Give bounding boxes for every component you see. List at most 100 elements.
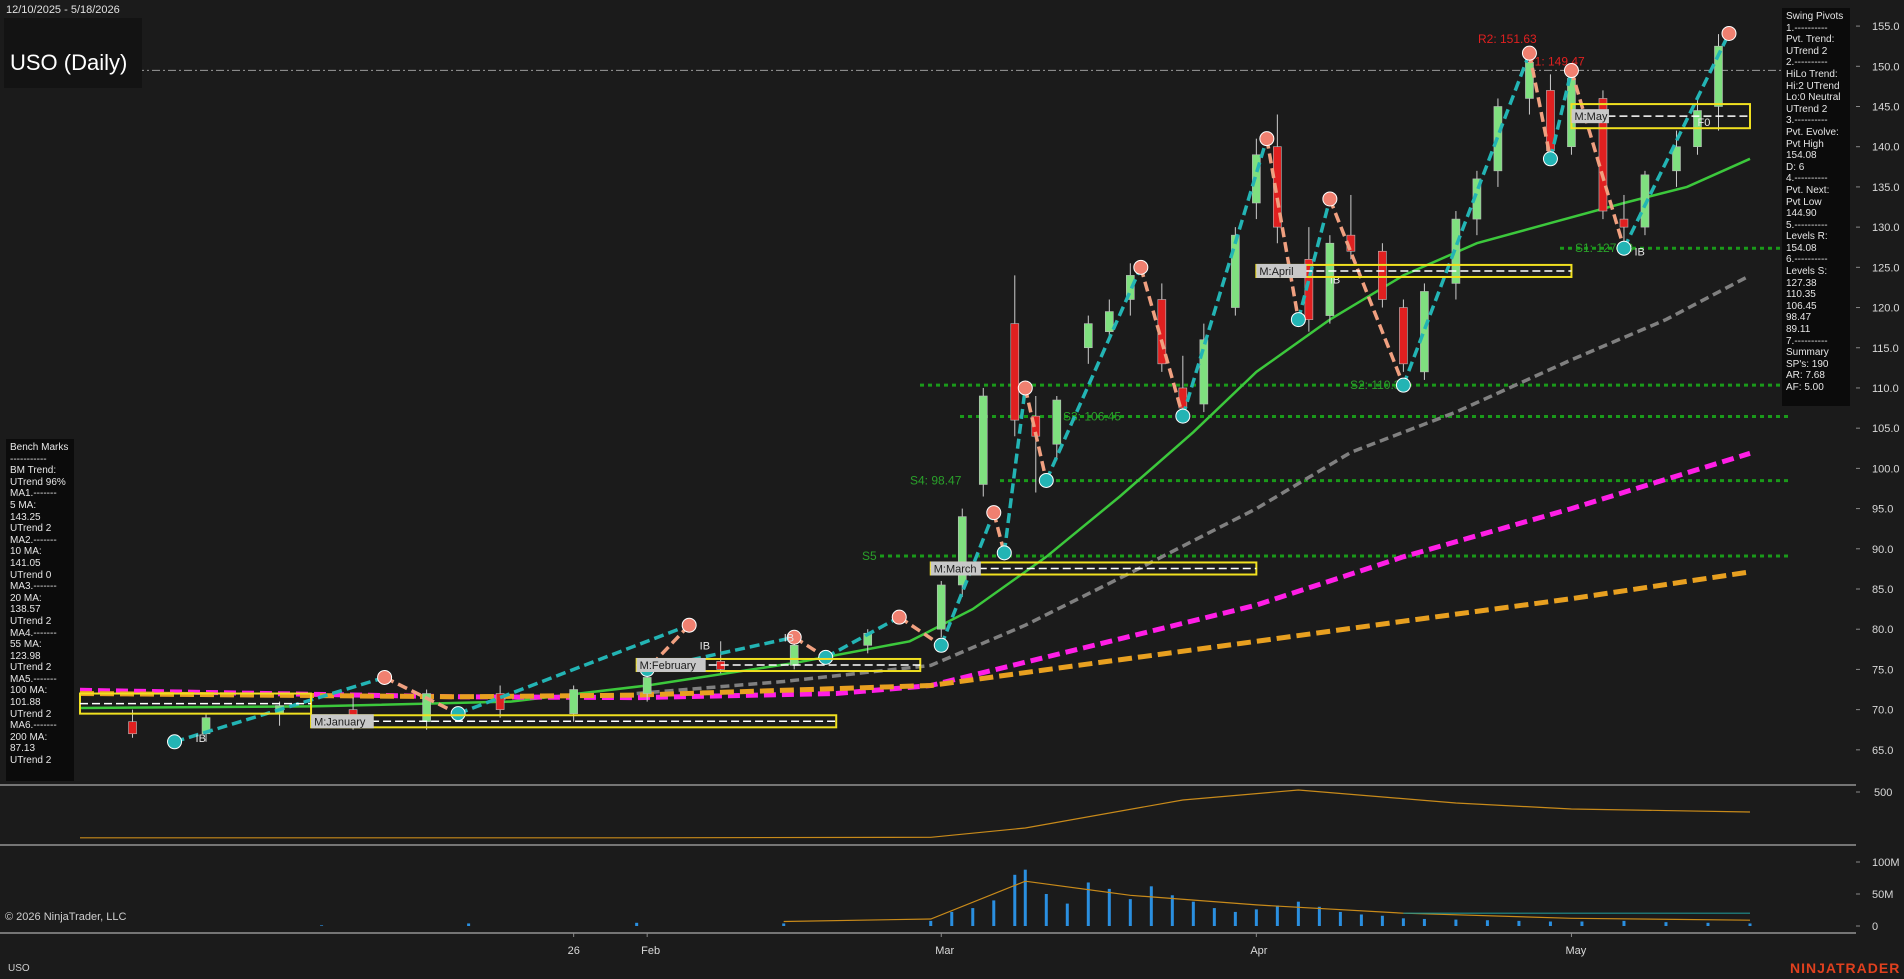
pivot-high-marker — [1563, 63, 1579, 79]
chart-title: USO (Daily) — [10, 50, 128, 75]
bench_marks-line: 20 MA: — [10, 592, 42, 604]
y-tick-label: 110.0 — [1872, 383, 1899, 395]
swing_pivots-line: 98.47 — [1786, 312, 1812, 324]
y-tick-label: 85.0 — [1872, 584, 1893, 596]
candle-body — [1399, 307, 1408, 365]
bench_marks-line: MA2.------- — [10, 534, 57, 546]
volume-bar — [1254, 909, 1258, 926]
swing_pivots-line: Pvt Low — [1786, 196, 1822, 208]
volume-tick-label: 50M — [1872, 889, 1893, 901]
volume-bar — [320, 925, 324, 926]
volume-bar — [1317, 906, 1321, 926]
swing-segment — [1328, 198, 1406, 386]
volume-bar — [1107, 888, 1111, 926]
resistance-level-label: R2: 151.63 — [1478, 32, 1537, 46]
bench_marks-line: UTrend 2 — [10, 523, 52, 535]
volume-bar — [1706, 922, 1710, 926]
y-tick-label: 75.0 — [1872, 664, 1893, 676]
support-level-label: S4: 98.47 — [910, 474, 962, 488]
volume-average-line — [783, 880, 1751, 923]
x-tick-label: May — [1565, 945, 1586, 957]
y-tick-label: 80.0 — [1872, 624, 1893, 636]
bench_marks-line: MA1.------- — [10, 488, 57, 500]
annotation-label: IB — [700, 640, 710, 652]
volume-bar — [1485, 920, 1489, 926]
volume-bar — [1013, 874, 1017, 926]
swing_pivots-line: Summary — [1786, 347, 1829, 359]
bench_marks-line: 10 MA: — [10, 546, 42, 558]
bench_marks-line: 55 MA: — [10, 639, 42, 651]
bench_marks-line: UTrend 2 — [10, 708, 52, 720]
candle-body — [569, 689, 578, 714]
pivot-low-marker — [818, 649, 834, 665]
candle-body — [1010, 323, 1020, 421]
pivot-high-marker — [1133, 259, 1149, 275]
swing_pivots-line: Pvt. Evolve: — [1786, 126, 1839, 138]
swing_pivots-line: 144.90 — [1786, 208, 1817, 220]
bench_marks-line: 87.13 — [10, 743, 36, 755]
volume-bar — [1023, 869, 1027, 926]
volume-bar — [467, 923, 471, 926]
swing_pivots-line: AR: 7.68 — [1786, 370, 1825, 382]
bench_marks-line: 138.57 — [10, 604, 41, 616]
candle-body — [1619, 218, 1629, 228]
swing_pivots-line: D: 6 — [1786, 161, 1805, 173]
bench_marks-line: 200 MA: — [10, 731, 48, 743]
volume-bar — [782, 923, 786, 926]
y-tick-label: 130.0 — [1872, 222, 1900, 234]
volume-tick-label: 0 — [1872, 921, 1878, 933]
swing_pivots-line: 154.08 — [1786, 242, 1817, 254]
swing-segment — [1401, 52, 1532, 386]
pivot-low-marker — [1616, 240, 1632, 256]
volume-bar — [1580, 921, 1584, 926]
pivot-high-marker — [1017, 380, 1033, 396]
pivot-high-marker — [1721, 25, 1737, 41]
month-box-label: M:January — [314, 716, 366, 728]
volume-bar — [1454, 919, 1458, 926]
y-tick-label: 145.0 — [1872, 102, 1900, 114]
volume-bar — [1212, 908, 1216, 926]
y-tick-label: 150.0 — [1872, 61, 1900, 73]
volume-bar — [992, 900, 996, 926]
month-box-label: M:May — [1574, 111, 1608, 123]
swing_pivots-line: 110.35 — [1786, 289, 1816, 301]
candle-body — [642, 677, 652, 694]
candle-body — [128, 721, 137, 735]
volume-bar — [929, 920, 933, 926]
panel-dividers — [0, 784, 1856, 934]
symbol-label: USO — [8, 963, 30, 974]
bench_marks-line: MA3.------- — [10, 581, 57, 593]
volume-bar — [1191, 901, 1195, 926]
swing_pivots-line: 127.38 — [1786, 277, 1817, 289]
swing_pivots-line: 1.---------- — [1786, 22, 1828, 34]
pivot-high-marker — [986, 505, 1002, 521]
pivot-low-marker — [450, 706, 466, 722]
bench_marks-line: MA4.------- — [10, 627, 57, 639]
swing_pivots-line: 5.---------- — [1786, 219, 1828, 231]
y-tick-label: 105.0 — [1872, 423, 1900, 435]
swing_pivots-line: Levels R: — [1786, 231, 1828, 243]
ninjatrader-logo: NINJATRADER — [1790, 960, 1901, 976]
volume-bar — [1401, 918, 1405, 926]
pivot-low-marker — [996, 545, 1012, 561]
pivot-low-marker — [167, 734, 183, 750]
pivot-low-marker — [1290, 312, 1306, 328]
volume-bar — [1359, 914, 1363, 926]
pivot-low-marker — [933, 637, 949, 653]
swing-segment — [1569, 70, 1626, 249]
swing_pivots-line: 89.11 — [1786, 324, 1811, 336]
x-axis: 26 Feb Mar Apr May — [568, 933, 1587, 957]
bench_marks-line: MA6.------- — [10, 720, 57, 732]
pivot-high-marker — [681, 617, 697, 633]
swing_pivots-line: 4.---------- — [1786, 173, 1828, 185]
bench_marks-line: UTrend 96% — [10, 476, 66, 488]
candle-body — [1231, 234, 1240, 308]
bench_marks-line: UTrend 2 — [10, 615, 52, 627]
bench_marks-line: 101.88 — [10, 697, 41, 709]
candle-body — [1420, 291, 1429, 373]
pivot-high-marker — [891, 609, 907, 625]
x-tick-label: 26 — [568, 945, 580, 957]
annotation-label: IB — [196, 733, 206, 745]
date-range: 12/10/2025 - 5/18/2026 — [6, 4, 120, 16]
swing-segment — [939, 511, 996, 646]
